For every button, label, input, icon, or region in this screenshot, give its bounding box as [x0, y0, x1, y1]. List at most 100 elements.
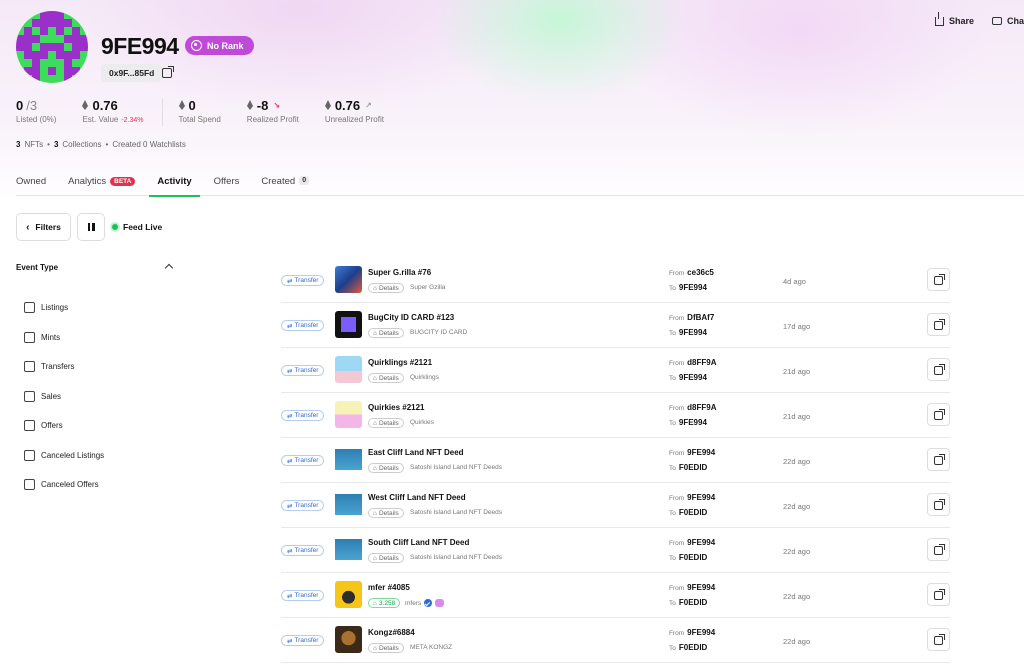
collection-name[interactable]: mfers — [405, 599, 445, 607]
nft-thumbnail[interactable] — [335, 491, 362, 518]
activity-row[interactable]: ⇄ Transfer Super G.rilla #76 ⌂ Details S… — [281, 258, 950, 303]
nft-name[interactable]: Quirkies #2121 — [368, 403, 424, 412]
from-value[interactable]: DfBAf7 — [687, 313, 714, 322]
open-transaction-button[interactable] — [927, 493, 950, 516]
activity-row[interactable]: ⇄ Transfer Kongz#6884 ⌂ Details META KON… — [281, 618, 950, 663]
share-button[interactable]: Share — [934, 11, 974, 26]
activity-row[interactable]: ⇄ Transfer East Cliff Land NFT Deed ⌂ De… — [281, 438, 950, 483]
rank-badge[interactable]: No Rank — [185, 36, 254, 55]
activity-row[interactable]: ⇄ Transfer BugCity ID CARD #123 ⌂ Detail… — [281, 303, 950, 348]
details-pill[interactable]: ⌂ Details — [368, 373, 404, 383]
nft-name[interactable]: West Cliff Land NFT Deed — [368, 493, 466, 502]
nft-name[interactable]: Kongz#6884 — [368, 628, 415, 637]
nft-name[interactable]: South Cliff Land NFT Deed — [368, 538, 469, 547]
from-value[interactable]: 9FE994 — [687, 583, 715, 592]
event-option-transfers[interactable]: Transfers — [24, 352, 104, 382]
nft-name[interactable]: Super G.rilla #76 — [368, 268, 431, 277]
activity-row[interactable]: ⇄ Transfer West Cliff Land NFT Deed ⌂ De… — [281, 483, 950, 528]
nft-thumbnail[interactable] — [335, 311, 362, 338]
open-transaction-button[interactable] — [927, 268, 950, 291]
tab-activity[interactable]: Activity — [149, 170, 201, 197]
pause-button[interactable] — [77, 213, 105, 241]
details-pill[interactable]: ⌂ Details — [368, 463, 404, 473]
details-label: Details — [378, 374, 399, 382]
chat-button[interactable]: Cha — [991, 16, 1024, 26]
from-value[interactable]: d8FF9A — [687, 403, 716, 412]
filters-button[interactable]: ‹ Filters — [16, 213, 71, 241]
collection-name[interactable]: BUGCITY ID CARD — [410, 329, 467, 336]
to-value[interactable]: F0EDID — [679, 508, 707, 517]
nft-thumbnail[interactable] — [335, 446, 362, 473]
chevron-up-icon[interactable] — [164, 263, 174, 273]
checkbox[interactable] — [24, 479, 35, 491]
to-value[interactable]: F0EDID — [679, 463, 707, 472]
tab-created[interactable]: Created 0 — [261, 170, 310, 196]
collection-name[interactable]: META KONGZ — [410, 644, 452, 651]
to-value[interactable]: F0EDID — [679, 553, 707, 562]
details-pill[interactable]: ⌂ 3.258 — [368, 598, 401, 608]
activity-row[interactable]: ⇄ Transfer Quirkies #2121 ⌂ Details Quir… — [281, 393, 950, 438]
open-transaction-button[interactable] — [927, 583, 950, 606]
from-value[interactable]: 9FE994 — [687, 493, 715, 502]
open-transaction-button[interactable] — [927, 313, 950, 336]
checkbox[interactable] — [24, 449, 35, 461]
open-transaction-button[interactable] — [927, 358, 950, 381]
from-value[interactable]: 9FE994 — [687, 448, 715, 457]
nft-thumbnail[interactable] — [335, 356, 362, 383]
to-value[interactable]: F0EDID — [679, 598, 707, 607]
details-pill[interactable]: ⌂ Details — [368, 418, 404, 428]
event-option-listings[interactable]: Listings — [24, 293, 104, 323]
to-value[interactable]: 9FE994 — [679, 373, 707, 382]
to-value[interactable]: F0EDID — [679, 643, 707, 652]
checkbox[interactable] — [24, 390, 35, 402]
nft-thumbnail[interactable] — [335, 266, 362, 293]
event-option-sales[interactable]: Sales — [24, 382, 104, 412]
checkbox[interactable] — [24, 331, 35, 343]
to-value[interactable]: 9FE994 — [679, 283, 707, 292]
tab-offers[interactable]: Offers — [214, 170, 240, 196]
from-value[interactable]: d8FF9A — [687, 358, 716, 367]
event-option-canceled-offers[interactable]: Canceled Offers — [24, 470, 104, 500]
from-value[interactable]: 9FE994 — [687, 538, 715, 547]
to-value[interactable]: 9FE994 — [679, 418, 707, 427]
nft-thumbnail[interactable] — [335, 536, 362, 563]
event-option-canceled-listings[interactable]: Canceled Listings — [24, 441, 104, 471]
open-transaction-button[interactable] — [927, 538, 950, 561]
collection-name[interactable]: Satoshi Island Land NFT Deeds — [410, 554, 502, 561]
event-option-offers[interactable]: Offers — [24, 411, 104, 441]
checkbox[interactable] — [24, 302, 35, 314]
activity-row[interactable]: ⇄ Transfer mfer #4085 ⌂ 3.258 mfers From… — [281, 573, 950, 618]
event-option-mints[interactable]: Mints — [24, 323, 104, 353]
collection-name[interactable]: Quirkies — [410, 419, 434, 426]
checkbox[interactable] — [24, 420, 35, 432]
to-value[interactable]: 9FE994 — [679, 328, 707, 337]
open-transaction-button[interactable] — [927, 403, 950, 426]
details-pill[interactable]: ⌂ Details — [368, 328, 404, 338]
tab-analytics[interactable]: Analytics BETA — [68, 170, 136, 196]
collection-name[interactable]: Super Gzilla — [410, 284, 445, 291]
from-value[interactable]: 9FE994 — [687, 628, 715, 637]
details-pill[interactable]: ⌂ Details — [368, 283, 404, 293]
activity-row[interactable]: ⇄ Transfer South Cliff Land NFT Deed ⌂ D… — [281, 528, 950, 573]
nft-name[interactable]: Quirklings #2121 — [368, 358, 432, 367]
nft-name[interactable]: BugCity ID CARD #123 — [368, 313, 454, 322]
nft-name[interactable]: East Cliff Land NFT Deed — [368, 448, 464, 457]
nft-name[interactable]: mfer #4085 — [368, 583, 410, 592]
nft-thumbnail[interactable] — [335, 626, 362, 653]
checkbox[interactable] — [24, 361, 35, 373]
open-transaction-button[interactable] — [927, 628, 950, 651]
collection-name[interactable]: Satoshi Island Land NFT Deeds — [410, 509, 502, 516]
external-link-icon[interactable] — [162, 66, 174, 78]
details-pill[interactable]: ⌂ Details — [368, 553, 404, 563]
details-pill[interactable]: ⌂ Details — [368, 508, 404, 518]
nft-thumbnail[interactable] — [335, 401, 362, 428]
details-pill[interactable]: ⌂ Details — [368, 643, 404, 653]
collection-name[interactable]: Quirklings — [410, 374, 439, 381]
wallet-address[interactable]: 0x9F...85Fd — [101, 64, 163, 82]
activity-row[interactable]: ⇄ Transfer Quirklings #2121 ⌂ Details Qu… — [281, 348, 950, 393]
from-value[interactable]: ce36c5 — [687, 268, 714, 277]
collection-name[interactable]: Satoshi Island Land NFT Deeds — [410, 464, 502, 471]
nft-thumbnail[interactable] — [335, 581, 362, 608]
open-transaction-button[interactable] — [927, 448, 950, 471]
tab-owned[interactable]: Owned — [16, 170, 46, 196]
